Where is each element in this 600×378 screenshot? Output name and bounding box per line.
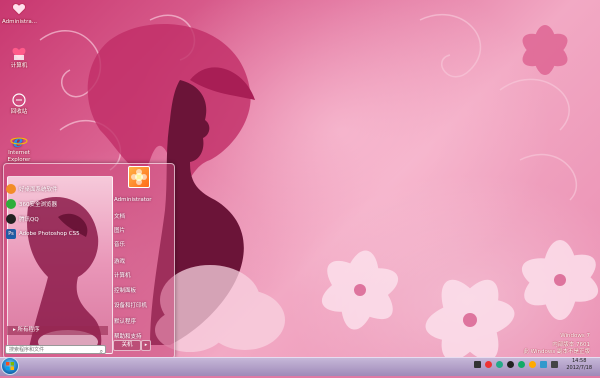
start-right-item-documents[interactable]: 文档 [114, 212, 125, 220]
desktop-icon-administrator[interactable]: Administra... [2, 2, 37, 26]
search-placeholder: 搜索程序和文件 [9, 347, 45, 353]
shutdown-button[interactable]: 关机 [113, 340, 141, 351]
photoshop-icon: Ps [6, 228, 16, 239]
desktop-icon-label: Administra... [2, 19, 37, 25]
search-icon: ⌕ [99, 348, 103, 355]
desktop-icon-internet-explorer[interactable]: e Internet Explorer [2, 132, 36, 163]
watermark-genuine: 此 Windows 副本不是正版 [523, 349, 590, 355]
tray-network-icon[interactable] [540, 361, 547, 368]
browser-green-icon [6, 198, 16, 209]
desktop-icon-label: Internet Explorer [7, 150, 31, 163]
shutdown-options-button[interactable]: ▸ [141, 340, 151, 351]
flower-avatar-icon [131, 169, 147, 185]
tray-icon-2[interactable] [485, 361, 492, 368]
start-menu-item-photoshop[interactable]: Ps Adobe Photoshop CS5 [6, 227, 106, 240]
clock-time: 14:58 [571, 358, 587, 364]
start-menu-item-360-browser[interactable]: 360安全浏览器 [6, 197, 106, 210]
start-right-item-music[interactable]: 音乐 [114, 240, 125, 248]
start-right-item-help-support[interactable]: 帮助和支持 [114, 332, 142, 340]
tray-qq-icon[interactable] [507, 361, 514, 368]
start-right-item-computer[interactable]: 计算机 [114, 271, 131, 279]
tray-icon-5[interactable] [518, 361, 525, 368]
tray-icon-3[interactable] [496, 361, 503, 368]
tray-icon-1[interactable] [474, 361, 481, 368]
start-menu-item-label: 360安全浏览器 [19, 201, 57, 208]
qq-penguin-icon [6, 213, 16, 224]
chevron-right-icon: ▸ [144, 342, 148, 348]
svg-text:e: e [13, 133, 23, 149]
app-orange-icon [6, 183, 16, 194]
start-menu-item-label: 好桌面系统软件 [19, 186, 58, 193]
start-menu-item-qq[interactable]: 腾讯QQ [6, 212, 106, 225]
desktop-icon-computer[interactable]: 计算机 [2, 46, 36, 70]
desktop-icon-label: 计算机 [10, 63, 28, 69]
start-button[interactable] [1, 357, 19, 375]
computer-icon [10, 46, 28, 62]
start-menu-item-label: Adobe Photoshop CS5 [19, 230, 80, 237]
start-right-item-default-programs[interactable]: 默认程序 [114, 317, 136, 325]
tray-icon-6[interactable] [529, 361, 536, 368]
user-account-picture[interactable] [128, 166, 150, 188]
tray-volume-icon[interactable] [551, 361, 558, 368]
clock-date: 2012/7/18 [566, 365, 592, 371]
internet-explorer-icon: e [10, 132, 28, 151]
watermark-os: Windows 7 [560, 333, 590, 339]
all-programs-label: 所有程序 [17, 327, 40, 333]
start-right-item-control-panel[interactable]: 控制面板 [114, 286, 136, 294]
start-right-item-administrator[interactable]: Administrator [114, 197, 152, 203]
start-search-input[interactable]: 搜索程序和文件 ⌕ [5, 345, 106, 355]
taskbar-clock[interactable]: 14:58 2012/7/18 [566, 358, 592, 372]
start-right-item-games[interactable]: 游戏 [114, 257, 125, 265]
start-menu-item-label: 腾讯QQ [19, 216, 39, 223]
recycle-bin-icon [10, 92, 28, 108]
all-programs-button[interactable]: ▸ 所有程序 [7, 326, 108, 335]
start-right-item-pictures[interactable]: 图片 [114, 226, 125, 234]
start-menu: 好桌面系统软件 360安全浏览器 腾讯QQ Ps Adobe Photoshop… [3, 163, 175, 359]
desktop-icon-recycle-bin[interactable]: 回收站 [2, 92, 36, 116]
user-folder-icon [10, 2, 28, 18]
start-menu-item-haozhuomian[interactable]: 好桌面系统软件 [6, 182, 106, 195]
desktop-icon-label: 回收站 [10, 109, 28, 115]
windows-logo-icon [6, 362, 14, 370]
start-right-item-devices-printers[interactable]: 设备和打印机 [114, 301, 147, 309]
